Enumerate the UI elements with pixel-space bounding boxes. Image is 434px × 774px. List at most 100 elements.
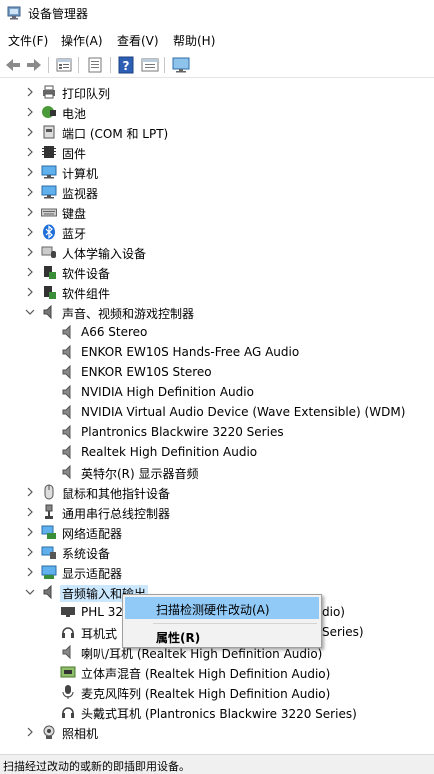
bluetooth-icon: [43, 224, 55, 240]
tree-item-mice[interactable]: 鼠标和其他指针设备: [0, 482, 434, 502]
tree-item-label: 声音、视频和游戏控制器: [62, 307, 195, 321]
chevron-right-icon[interactable]: [25, 147, 35, 157]
monitor-scan-icon[interactable]: [171, 55, 191, 75]
tree-child-item[interactable]: 立体声混音 (Realtek High Definition Audio): [0, 662, 434, 682]
menu-file[interactable]: 文件(F): [8, 32, 48, 49]
chevron-right-icon[interactable]: [25, 127, 35, 137]
tree-item-software-components[interactable]: 软件组件: [0, 282, 434, 302]
tree-child-item[interactable]: A66 Stereo: [0, 322, 434, 342]
update-driver-icon[interactable]: [140, 55, 160, 75]
tree-item-label: 耳机式: [81, 627, 118, 641]
tree-item-label: 软件设备: [62, 267, 111, 281]
tree-item-label: 立体声混音 (Realtek High Definition Audio): [81, 667, 331, 681]
title-bar: 设备管理器: [0, 0, 434, 26]
tree-item-camera[interactable]: 照相机: [0, 722, 434, 742]
chevron-down-icon[interactable]: [25, 307, 35, 317]
chevron-right-icon[interactable]: [25, 287, 35, 297]
speaker-icon: [62, 364, 71, 380]
hid-icon: [41, 246, 56, 258]
speaker-icon: [43, 584, 52, 600]
tree-item-label: 通用串行总线控制器: [62, 507, 171, 521]
chevron-down-icon[interactable]: [25, 587, 35, 597]
tree-item-software-devices[interactable]: 软件设备: [0, 262, 434, 282]
context-menu: 扫描检测硬件改动(A) 属性(R): [122, 594, 322, 648]
chevron-right-icon[interactable]: [25, 727, 35, 737]
chevron-right-icon[interactable]: [25, 167, 35, 177]
tree-item-monitors[interactable]: 监视器: [0, 182, 434, 202]
tree-child-item[interactable]: 英特尔(R) 显示器音频: [0, 462, 434, 482]
chip-icon: [42, 146, 56, 158]
tree-item-label: A66 Stereo: [81, 325, 148, 339]
tree-item-label-suffix: dio): [322, 605, 345, 619]
tree-item-label: ENKOR EW10S Hands-Free AG Audio: [81, 345, 300, 359]
tree-item-display-adapters[interactable]: 显示适配器: [0, 562, 434, 582]
status-bar: 扫描经过改动的或新的即插即用设备。: [0, 754, 434, 774]
chevron-right-icon[interactable]: [25, 107, 35, 117]
tree-child-item[interactable]: Plantronics Blackwire 3220 Series: [0, 422, 434, 442]
tree-item-hid[interactable]: 人体学输入设备: [0, 242, 434, 262]
chevron-right-icon[interactable]: [25, 547, 35, 557]
chevron-right-icon[interactable]: [25, 247, 35, 257]
tree-item-keyboards[interactable]: 键盘: [0, 202, 434, 222]
tree-item-label: 蓝牙: [62, 227, 87, 241]
tree-item-battery[interactable]: 电池: [0, 102, 434, 122]
tree-child-item[interactable]: NVIDIA High Definition Audio: [0, 382, 434, 402]
speaker-icon: [62, 464, 71, 480]
chevron-right-icon[interactable]: [25, 267, 35, 277]
help-icon[interactable]: ?: [116, 55, 136, 75]
menu-help[interactable]: 帮助(H): [173, 32, 215, 49]
tree-child-item[interactable]: 麦克风阵列 (Realtek High Definition Audio): [0, 682, 434, 702]
chevron-right-icon[interactable]: [25, 567, 35, 577]
tree-item-firmware[interactable]: 固件: [0, 142, 434, 162]
device-tree-icon[interactable]: [54, 55, 74, 75]
forward-arrow-icon[interactable]: [24, 55, 44, 75]
chevron-right-icon[interactable]: [25, 227, 35, 237]
chevron-right-icon[interactable]: [25, 207, 35, 217]
printer-icon: [43, 85, 55, 99]
properties-sheet-icon[interactable]: [85, 55, 105, 75]
tree-item-ports[interactable]: 端口 (COM 和 LPT): [0, 122, 434, 142]
menu-action[interactable]: 操作(A): [61, 32, 103, 49]
chevron-right-icon[interactable]: [25, 187, 35, 197]
tree-item-system[interactable]: 系统设备: [0, 542, 434, 562]
menu-bar: 文件(F) 操作(A) 查看(V) 帮助(H): [0, 29, 434, 51]
tree-child-item[interactable]: NVIDIA Virtual Audio Device (Wave Extens…: [0, 402, 434, 422]
software-device-icon: [44, 266, 56, 279]
chevron-right-icon[interactable]: [25, 87, 35, 97]
keyboard-icon: [41, 208, 57, 217]
tree-item-label: Plantronics Blackwire 3220 Series: [81, 425, 284, 439]
speaker-icon: [62, 404, 71, 420]
software-component-icon: [44, 286, 56, 299]
speaker-icon: [62, 444, 71, 460]
tree-item-label: 网络适配器: [62, 527, 123, 541]
context-menu-properties[interactable]: 属性(R): [125, 625, 319, 647]
tree-item-network[interactable]: 网络适配器: [0, 522, 434, 542]
tree-item-sound-controllers[interactable]: 声音、视频和游戏控制器: [0, 302, 434, 322]
context-menu-scan-hardware[interactable]: 扫描检测硬件改动(A): [125, 597, 319, 619]
tree-item-label: 显示适配器: [62, 567, 123, 581]
microphone-icon: [62, 685, 74, 699]
tree-item-label: PHL 32: [81, 605, 124, 619]
chevron-right-icon[interactable]: [25, 507, 35, 517]
back-arrow-icon[interactable]: [3, 55, 23, 75]
tree-item-computer[interactable]: 计算机: [0, 162, 434, 182]
tree-item-label-suffix: Series): [322, 625, 364, 639]
battery-icon: [42, 106, 56, 118]
tree-item-print-queue[interactable]: 打印队列: [0, 82, 434, 102]
chevron-right-icon[interactable]: [25, 527, 35, 537]
speaker-icon: [43, 304, 52, 320]
tree-item-usb[interactable]: 通用串行总线控制器: [0, 502, 434, 522]
tree-child-item[interactable]: ENKOR EW10S Stereo: [0, 362, 434, 382]
tree-child-item[interactable]: Realtek High Definition Audio: [0, 442, 434, 462]
tree-item-bluetooth[interactable]: 蓝牙: [0, 222, 434, 242]
chevron-right-icon[interactable]: [25, 487, 35, 497]
tree-item-label: 端口 (COM 和 LPT): [62, 127, 169, 141]
tree-item-label: 计算机: [62, 167, 99, 181]
tree-child-item[interactable]: 头戴式耳机 (Plantronics Blackwire 3220 Series…: [0, 702, 434, 722]
tree-child-item[interactable]: ENKOR EW10S Hands-Free AG Audio: [0, 342, 434, 362]
toolbar-separator: [110, 57, 111, 73]
menu-view[interactable]: 查看(V): [117, 32, 159, 49]
speaker-icon: [62, 644, 71, 660]
context-menu-label: 扫描检测硬件改动(A): [156, 603, 270, 617]
tree-item-label: 固件: [62, 147, 87, 161]
